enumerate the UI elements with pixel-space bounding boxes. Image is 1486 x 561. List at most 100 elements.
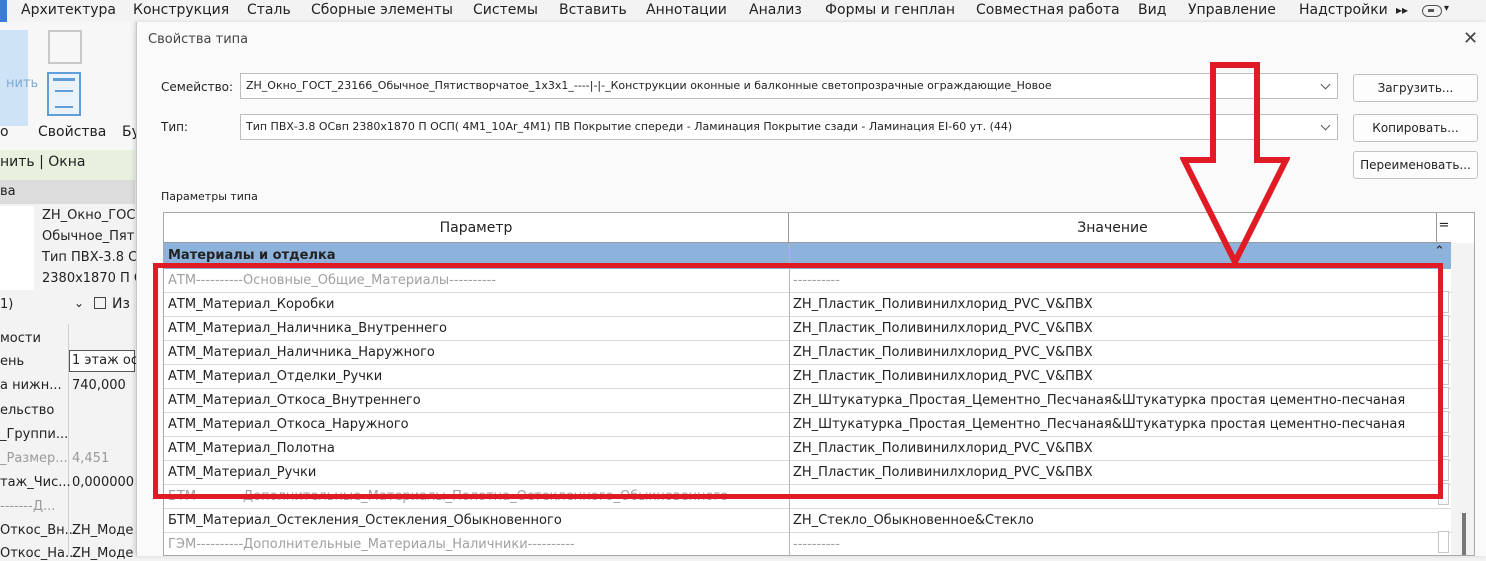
table-row[interactable]: АТМ_Материал_Отделки_Ручки ZH_Пластик_По… [164,365,1451,389]
tab-steel[interactable]: Сталь [247,2,291,18]
formula-cell[interactable] [1438,291,1449,313]
palette-row-label: ельство [0,403,55,418]
table-row[interactable]: АТМ_Материал_Наличника_Внутреннего ZH_Пл… [164,317,1451,341]
type-parameters-label: Параметры типа [161,190,258,203]
tab-systems[interactable]: Системы [473,2,538,18]
table-row[interactable]: АТМ----------Основные_Общие_Материалы---… [164,269,1451,293]
formula-cell[interactable] [1438,531,1449,553]
parameter-cell: ГЭМ----------Дополнительные_Материалы_На… [168,537,575,552]
tab-analyze[interactable]: Анализ [749,2,802,18]
tab-annotate[interactable]: Аннотации [646,2,727,18]
tab-addins[interactable]: Надстройки [1299,2,1388,18]
value-cell[interactable]: ZH_Штукатурка_Простая_Цементно_Песчаная&… [793,393,1405,408]
formula-cell[interactable] [1438,315,1449,337]
edit-type-icon[interactable] [94,297,106,309]
table-row[interactable]: АТМ_Материал_Ручки ZH_Пластик_Поливинилх… [164,461,1451,485]
load-button[interactable]: Загрузить... [1353,74,1478,102]
column-header-parameter[interactable]: Параметр [164,213,789,243]
table-row[interactable]: АТМ_Материал_Полотна ZH_Пластик_Поливини… [164,437,1451,461]
value-cell[interactable]: ---------- [793,489,840,504]
palette-row-value[interactable]: 740,000 [72,378,126,393]
formula-cell[interactable] [1438,387,1449,409]
value-cell[interactable]: ZH_Пластик_Поливинилхлорид_PVC_V&ПВХ [793,441,1093,456]
formula-cell[interactable] [1438,411,1449,433]
chevron-down-icon[interactable]: ⌄ [74,296,84,310]
group-header-materials[interactable]: Материалы и отделка ⌃ [164,243,1451,269]
parameter-cell: АТМ_Материал_Коробки [168,297,335,312]
palette-row-label: мости [0,331,41,346]
formula-cell[interactable] [1438,459,1449,481]
parameter-cell: АТМ_Материал_Откоса_Наружного [168,417,409,432]
tab-precast[interactable]: Сборные элементы [311,2,453,18]
parameter-cell: АТМ_Материал_Отделки_Ручки [168,369,383,384]
scrollbar-thumb[interactable] [1462,513,1466,555]
tab-massing-site[interactable]: Формы и генплан [825,2,955,18]
column-header-formula[interactable]: = [1437,213,1451,243]
value-cell[interactable]: ZH_Пластик_Поливинилхлорид_PVC_V&ПВХ [793,321,1093,336]
type-name-line-1[interactable]: ZH_Окно_ГОС [42,208,135,223]
column-header-value[interactable]: Значение [789,213,1437,243]
formula-cell[interactable] [1438,339,1449,361]
tab-view[interactable]: Вид [1138,2,1166,18]
formula-cell[interactable] [1438,483,1449,505]
type-name-line-3[interactable]: Тип ПВХ-3.8 С [42,250,137,265]
value-cell[interactable]: ZH_Пластик_Поливинилхлорид_PVC_V&ПВХ [793,297,1093,312]
family-label: Семейство: [161,80,234,94]
properties-icon[interactable] [47,72,81,116]
table-row[interactable]: БТМ----------Дополнительные_Материалы_По… [164,485,1451,509]
table-row[interactable]: ГЭМ----------Дополнительные_Материалы_На… [164,533,1451,555]
type-name-line-4[interactable]: 2380x1870 П С [42,271,143,286]
more-tabs-icon[interactable]: ▸▸ [1396,3,1408,17]
chevron-down-icon[interactable]: ▾ [1444,3,1449,14]
value-cell[interactable]: ZH_Пластик_Поливинилхлорид_PVC_V&ПВХ [793,345,1093,360]
table-row[interactable]: АТМ_Материал_Откоса_Наружного ZH_Штукату… [164,413,1451,437]
file-tab-edge[interactable] [0,0,7,22]
value-cell[interactable]: ---------- [793,537,840,552]
ribbon-label-cut: о [0,124,9,140]
type-name-line-2[interactable]: Обычное_Пят [42,229,134,244]
tab-manage[interactable]: Управление [1188,2,1276,18]
table-scrollbar[interactable] [1451,243,1474,555]
level-field-value: 1 этаж ос [72,353,139,368]
level-field[interactable]: 1 этаж ос [69,350,139,372]
parameter-cell: АТМ----------Основные_Общие_Материалы---… [168,273,497,288]
palette-row-label: таж_Чис... [0,475,71,490]
parameter-cell: АТМ_Материал_Наличника_Наружного [168,345,435,360]
palette-row-label: _Размер... [0,451,68,466]
table-row[interactable]: АТМ_Материал_Откоса_Внутреннего ZH_Штука… [164,389,1451,413]
table-row[interactable]: БТМ_Материал_Остекления_Остекления_Обыкн… [164,509,1451,533]
palette-row-value[interactable]: 0,000000 [72,475,134,490]
instance-selector-label[interactable]: 1) [0,297,13,312]
value-cell[interactable]: ZH_Стекло_Обыкновенное&Стекло [793,513,1034,528]
tab-architecture[interactable]: Архитектура [21,2,116,18]
copy-button[interactable]: Копировать... [1353,114,1478,142]
ribbon-tab-bar: Архитектура Конструкция Сталь Сборные эл… [0,0,1486,23]
group-title: Материалы и отделка [168,248,336,263]
properties-palette-header [0,180,135,204]
palette-row-value[interactable]: ZH_Моде [72,546,133,561]
type-select[interactable]: Тип ПВХ-3.8 ОСвп 2380x1870 П ОСП( 4М1_10… [240,114,1338,140]
value-cell[interactable]: ZH_Пластик_Поливинилхлорид_PVC_V&ПВХ [793,465,1093,480]
properties-button-label[interactable]: Свойства [38,124,106,140]
tab-collaborate[interactable]: Совместная работа [976,2,1120,18]
edit-type-label[interactable]: Из [112,296,130,312]
palette-row-label: ень [0,354,25,369]
rename-button[interactable]: Переименовать... [1353,151,1478,179]
tab-insert[interactable]: Вставить [559,2,627,18]
value-cell[interactable]: ZH_Пластик_Поливинилхлорид_PVC_V&ПВХ [793,369,1093,384]
collapse-icon[interactable]: ⌃ [1434,244,1445,259]
formula-cell[interactable] [1438,435,1449,457]
value-cell[interactable]: ---------- [793,273,840,288]
parameter-cell: АТМ_Материал_Ручки [168,465,317,480]
table-row[interactable]: АТМ_Материал_Коробки ZH_Пластик_Поливини… [164,293,1451,317]
modify-context-label: нить | Окна [0,154,86,170]
value-cell[interactable]: ZH_Штукатурка_Простая_Цементно_Песчаная&… [793,417,1405,432]
family-select[interactable]: ZH_Окно_ГОСТ_23166_Обычное_Пятистворчато… [240,73,1338,99]
tab-structure[interactable]: Конструкция [133,2,229,18]
family-select-value: ZH_Окно_ГОСТ_23166_Обычное_Пятистворчато… [246,79,1052,92]
panel-toggle-icon[interactable] [1422,5,1442,17]
table-row[interactable]: АТМ_Материал_Наличника_Наружного ZH_Плас… [164,341,1451,365]
formula-cell[interactable] [1438,363,1449,385]
close-icon[interactable]: ✕ [1463,28,1478,49]
palette-row-value[interactable]: ZH_Моде [72,523,133,538]
